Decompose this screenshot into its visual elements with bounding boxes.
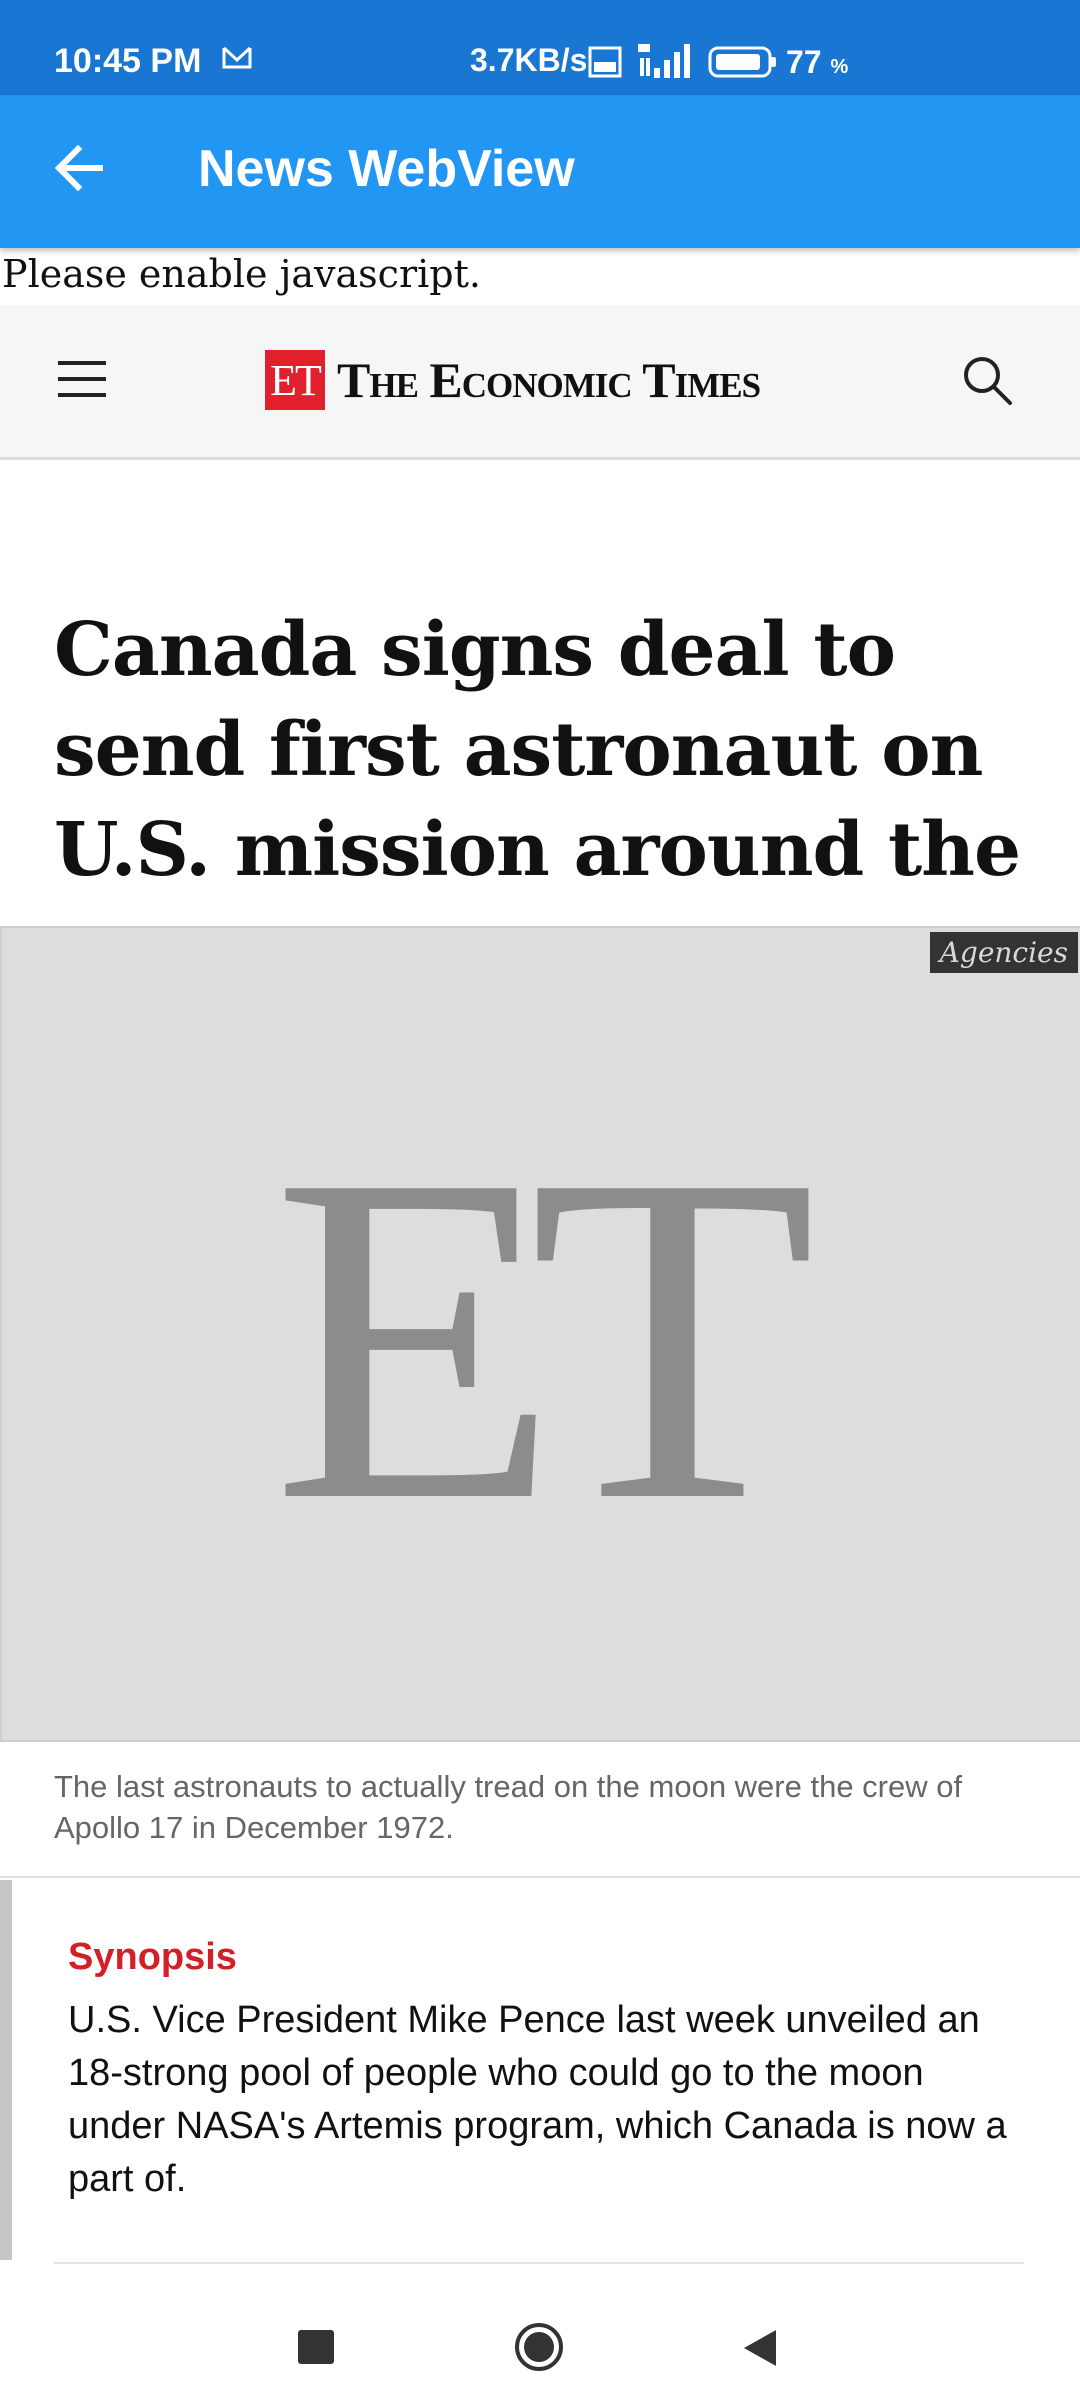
image-caption: The last astronauts to actually tread on… bbox=[54, 1769, 963, 1845]
arrow-back-icon[interactable] bbox=[44, 133, 114, 203]
volte-icon bbox=[588, 46, 622, 78]
synopsis-text: U.S. Vice President Mike Pence last week… bbox=[68, 1999, 1007, 2200]
home-icon[interactable] bbox=[513, 2321, 565, 2373]
divider bbox=[54, 2262, 1024, 2264]
synopsis-label: Synopsis bbox=[68, 1936, 237, 1978]
back-triangle-icon[interactable] bbox=[742, 2328, 778, 2368]
divider bbox=[0, 1876, 1080, 1878]
hamburger-menu-icon[interactable] bbox=[56, 357, 112, 401]
image-placeholder-mark: ET bbox=[272, 1077, 816, 1598]
economic-times-logo[interactable]: ET The Economic Times bbox=[265, 345, 761, 415]
logo-mark: ET bbox=[265, 350, 325, 410]
site-header: ET The Economic Times bbox=[0, 305, 1080, 460]
battery-icon bbox=[708, 46, 776, 78]
search-icon[interactable] bbox=[960, 353, 1016, 409]
gmail-icon bbox=[222, 46, 252, 69]
status-time: 10:45 PM bbox=[54, 42, 202, 80]
synopsis-box: Synopsis U.S. Vice President Mike Pence … bbox=[0, 1880, 1080, 2260]
app-bar: News WebView bbox=[0, 95, 1080, 248]
recents-icon[interactable] bbox=[298, 2330, 334, 2364]
system-nav-bar bbox=[0, 2270, 1080, 2400]
signal-4g-icon bbox=[638, 44, 690, 78]
network-speed: 3.7KB/s bbox=[470, 42, 588, 78]
status-bar: 10:45 PM 3.7KB/s 77 % bbox=[0, 0, 1080, 95]
app-title: News WebView bbox=[198, 140, 575, 198]
battery-percentage: 77 % bbox=[786, 44, 849, 80]
logo-text: The Economic Times bbox=[337, 352, 761, 408]
image-credit: Agencies bbox=[929, 932, 1078, 973]
javascript-notice: Please enable javascript. bbox=[2, 252, 481, 296]
article-image[interactable]: ET Agencies bbox=[0, 926, 1080, 1742]
synopsis-accent-bar bbox=[0, 1880, 12, 2260]
